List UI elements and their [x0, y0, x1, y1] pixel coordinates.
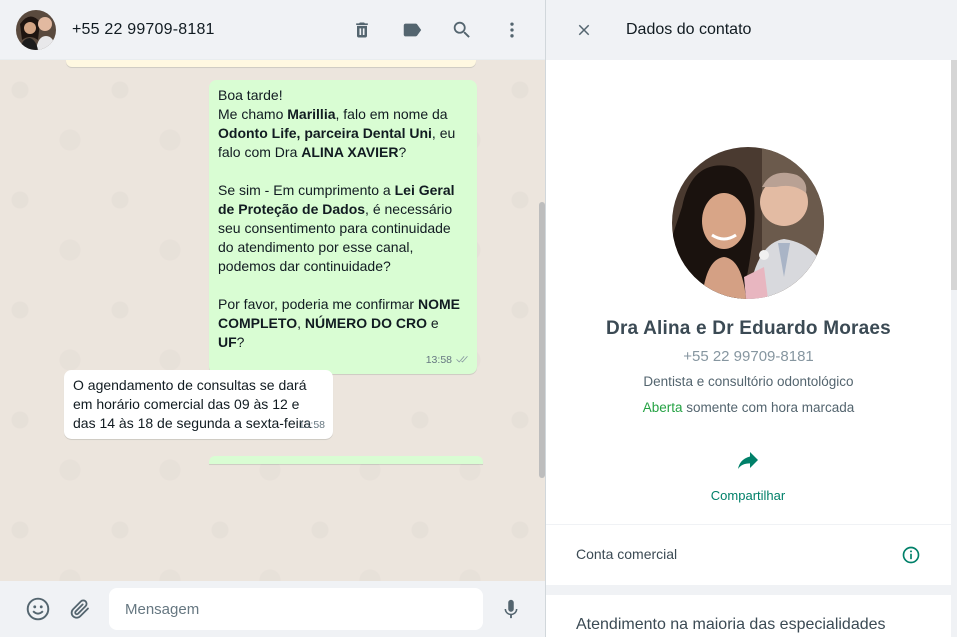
contact-profile-card: Dra Alina e Dr Eduardo Moraes +55 22 997… — [546, 60, 951, 524]
message-text: Boa tarde! — [218, 87, 283, 103]
message-line: Por favor, poderia me confirmar NOME COM… — [218, 295, 468, 352]
label-icon[interactable] — [400, 18, 424, 42]
message-bold-text: Marillia — [287, 106, 336, 122]
share-button[interactable]: Compartilhar — [698, 448, 798, 503]
message-bold-text: UF — [218, 334, 237, 350]
about-card: Atendimento na maioria das especialidade… — [546, 595, 951, 637]
double-check-icon — [456, 356, 468, 363]
message-line: Se sim - Em cumprimento a Lei Geral de P… — [218, 181, 468, 276]
info-scrollbar[interactable] — [951, 60, 957, 290]
message-text: , — [297, 315, 305, 331]
contact-photo[interactable] — [672, 147, 824, 299]
message-bold-text: ALINA XAVIER — [301, 144, 399, 160]
share-label: Compartilhar — [710, 488, 786, 503]
outgoing-message[interactable]: Boa tarde! Me chamo Marillia, falo em no… — [209, 80, 477, 374]
emoji-icon[interactable] — [24, 595, 52, 623]
message-bold-text: NÚMERO DO CRO — [304, 315, 427, 331]
business-account-label: Conta comercial — [576, 546, 678, 562]
chat-header-actions — [350, 18, 524, 42]
message-list[interactable]: Boa tarde! Me chamo Marillia, falo em no… — [0, 60, 545, 581]
about-text: Atendimento na maioria das especialidade… — [576, 616, 886, 633]
message-text: , falo em nome da — [335, 106, 448, 122]
message-time: 13:58 — [425, 354, 452, 366]
chat-pane: +55 22 99709-8181 Boa tarde! Me chamo Ma… — [0, 0, 546, 637]
next-message-edge — [209, 456, 483, 464]
previous-message-edge — [66, 60, 476, 67]
delete-icon[interactable] — [350, 18, 374, 42]
compose-bar — [0, 581, 545, 637]
incoming-message[interactable]: O agendamento de consultas se dará em ho… — [64, 370, 333, 439]
close-icon[interactable] — [572, 18, 596, 42]
share-icon — [738, 452, 758, 469]
business-account-card[interactable]: Conta comercial — [546, 525, 951, 585]
contact-phone: +55 22 99709-8181 — [683, 348, 814, 365]
message-line: Boa tarde! — [218, 86, 468, 105]
search-icon[interactable] — [450, 18, 474, 42]
hours-detail: somente com hora marcada — [682, 400, 855, 415]
contact-info-title: Dados do contato — [626, 21, 752, 38]
chat-contact-title[interactable]: +55 22 99709-8181 — [72, 21, 215, 39]
message-text: ? — [236, 334, 245, 350]
message-bold-text: Odonto Life, parceira Dental Uni — [218, 125, 432, 141]
message-text: Por favor, poderia me confirmar — [218, 296, 418, 312]
business-hours[interactable]: Aberta somente com hora marcada — [546, 400, 951, 415]
message-text: O agendamento de consultas se dará em ho… — [73, 377, 312, 431]
contact-info-pane: Dados do contato Dra Alina e Dr Eduardo … — [546, 0, 957, 637]
menu-icon[interactable] — [500, 18, 524, 42]
message-time: 13:58 — [298, 419, 325, 431]
microphone-icon[interactable] — [497, 595, 525, 623]
message-line: Me chamo Marillia, falo em nome da Odont… — [218, 105, 468, 162]
attach-icon[interactable] — [66, 595, 94, 623]
chat-scrollbar[interactable] — [539, 202, 545, 478]
message-meta: 13:58 — [426, 351, 469, 370]
message-input[interactable] — [109, 588, 483, 630]
message-text: ? — [398, 144, 407, 160]
message-text: Me chamo — [218, 106, 288, 122]
contact-name: Dra Alina e Dr Eduardo Moraes — [606, 318, 891, 339]
message-text: Se sim - Em cumprimento a — [218, 182, 395, 198]
contact-avatar[interactable] — [16, 9, 56, 50]
hours-status: Aberta — [642, 400, 683, 415]
info-icon[interactable] — [901, 545, 921, 565]
business-category: Dentista e consultório odontológico — [643, 374, 854, 389]
chat-header: +55 22 99709-8181 — [0, 0, 545, 60]
message-text: e — [426, 315, 439, 331]
message-meta: 13:58 — [299, 416, 325, 435]
contact-info-header: Dados do contato — [546, 0, 957, 60]
